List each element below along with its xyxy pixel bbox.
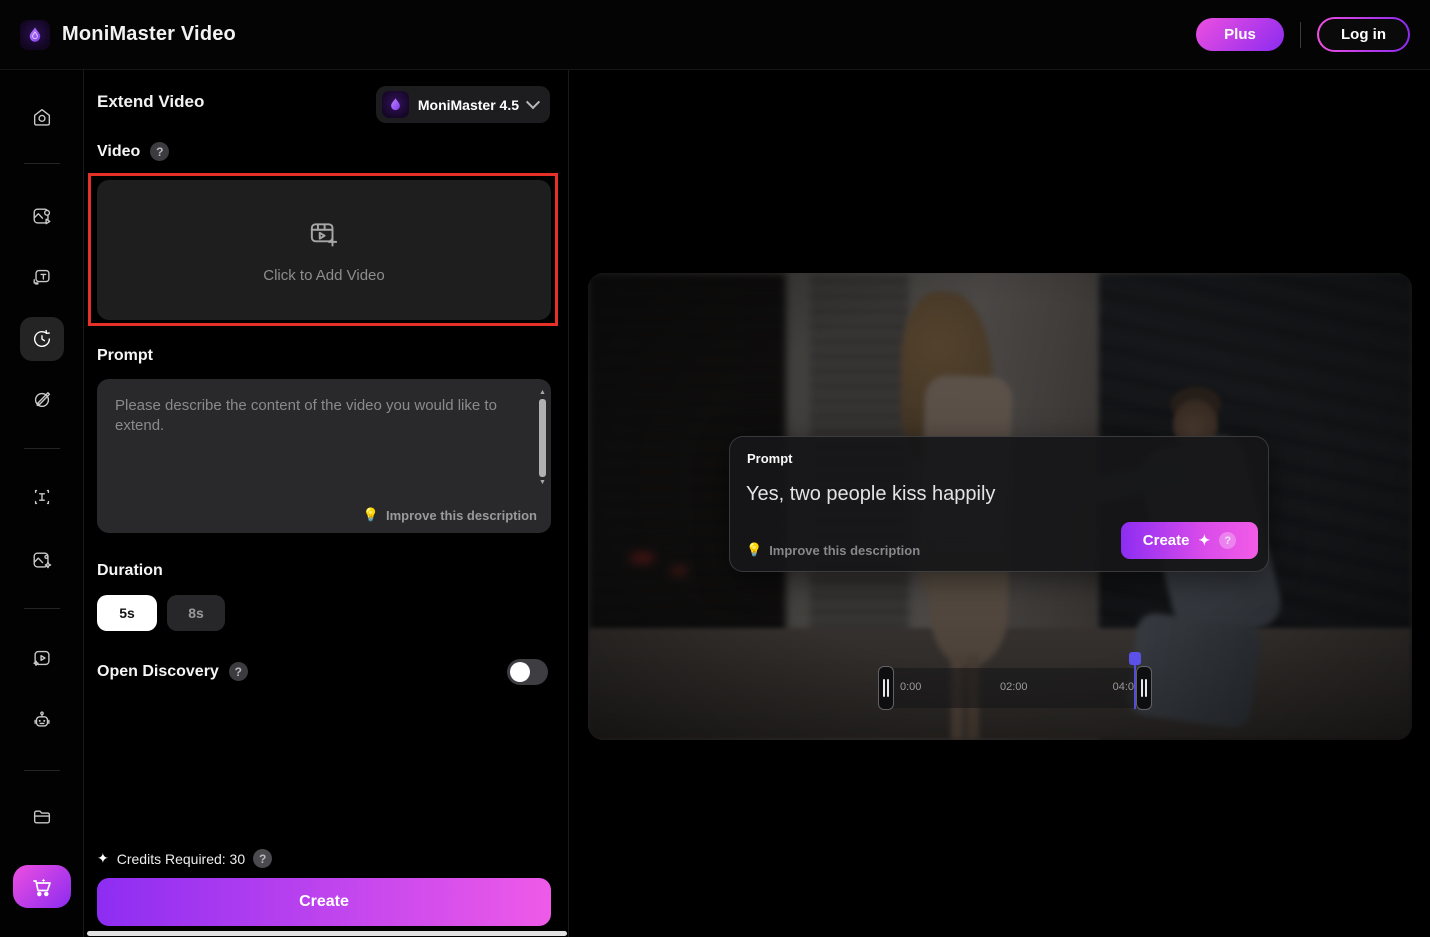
card-create-help-icon: ? (1219, 532, 1236, 549)
scrollbar-thumb[interactable] (539, 399, 546, 477)
text-to-video-icon (31, 266, 53, 288)
card-improve-label: Improve this description (769, 543, 920, 558)
duration-option-8s[interactable]: 8s (167, 595, 225, 631)
sidebar-item-ai-assistant[interactable] (22, 700, 62, 740)
trim-handle-left[interactable] (878, 666, 894, 710)
plus-button[interactable]: Plus (1196, 18, 1284, 51)
sidebar-divider (24, 608, 60, 609)
prompt-textarea-container: ▲ ▼ 💡 Improve this description (97, 379, 551, 533)
add-video-dropzone[interactable]: Click to Add Video (97, 180, 551, 320)
prompt-label: Prompt (97, 347, 153, 365)
discovery-help-icon[interactable]: ? (229, 662, 248, 681)
sidebar-item-sketch-to-video[interactable] (22, 379, 62, 419)
sidebar-item-assets[interactable] (22, 797, 62, 837)
sketch-to-video-icon (31, 388, 53, 410)
video-enhance-icon (31, 647, 53, 669)
video-help-icon[interactable]: ? (150, 142, 169, 161)
prompt-input[interactable] (97, 379, 551, 479)
image-to-video-icon (31, 205, 53, 227)
card-prompt-label: Prompt (747, 451, 793, 466)
login-button[interactable]: Log in (1317, 17, 1410, 52)
card-create-label: Create (1143, 532, 1190, 549)
extend-video-icon (31, 328, 53, 350)
cart-icon (30, 875, 54, 899)
scrollbar-up-icon[interactable]: ▲ (538, 389, 547, 397)
credits-required-text: Credits Required: 30 (117, 851, 245, 867)
scrollbar-down-icon[interactable]: ▼ (538, 479, 547, 487)
sidebar-divider (24, 163, 60, 164)
app-title: MoniMaster Video (62, 23, 236, 46)
sidebar-item-text-to-video[interactable] (22, 257, 62, 297)
video-timeline[interactable]: 0:00 02:00 04:0 (878, 668, 1152, 708)
sidebar-item-image-enhance[interactable] (22, 540, 62, 580)
duration-section-header: Duration (97, 562, 163, 580)
video-section-header: Video ? (97, 142, 169, 161)
model-selector-dropdown[interactable]: MoniMaster 4.5 (376, 86, 550, 123)
sidebar-item-text-tool[interactable] (22, 477, 62, 517)
model-name: MoniMaster 4.5 (418, 97, 519, 113)
sidebar-divider (24, 448, 60, 449)
card-prompt-text[interactable]: Yes, two people kiss happily (746, 483, 995, 506)
add-video-icon (307, 217, 341, 251)
card-create-button[interactable]: Create ✦ ? (1121, 522, 1258, 559)
sidebar-item-image-to-video[interactable] (22, 196, 62, 236)
model-logo-icon (382, 91, 409, 118)
open-discovery-label: Open Discovery (97, 663, 219, 681)
sidebar-nav (0, 70, 84, 937)
timeline-time-start: 0:00 (900, 681, 921, 693)
panel-bottom-scrollbar[interactable] (87, 931, 567, 936)
improve-description-button[interactable]: 💡 Improve this description (363, 507, 537, 523)
preview-prompt-card: Prompt Yes, two people kiss happily 💡 Im… (729, 436, 1269, 572)
brand: MoniMaster Video (20, 20, 236, 50)
home-icon (31, 106, 53, 128)
result-preview: Prompt Yes, two people kiss happily 💡 Im… (588, 273, 1412, 740)
sidebar-divider (24, 770, 60, 771)
sidebar-item-video-enhance[interactable] (22, 638, 62, 678)
video-label: Video (97, 143, 140, 161)
open-discovery-toggle[interactable] (507, 659, 548, 685)
top-header: MoniMaster Video Plus Log in (0, 0, 1430, 70)
image-enhance-icon (31, 549, 53, 571)
text-tool-icon (31, 486, 53, 508)
sidebar-item-extend-video[interactable] (20, 317, 64, 361)
card-improve-description-button[interactable]: 💡 Improve this description (746, 542, 920, 558)
extend-video-panel: Extend Video MoniMaster 4.5 Video ? Clic… (85, 70, 569, 937)
sparkle-icon: ✦ (1198, 532, 1210, 549)
assets-folder-icon (31, 806, 53, 828)
timeline-keyframe-marker[interactable] (1129, 652, 1141, 665)
chevron-down-icon (526, 95, 540, 109)
bulb-icon: 💡 (746, 542, 762, 558)
monimaster-logo-icon (20, 20, 50, 50)
timeline-time-mid: 02:00 (1000, 681, 1028, 693)
discovery-row: Open Discovery ? (97, 662, 248, 681)
store-cart-button[interactable] (13, 865, 71, 908)
bulb-icon: 💡 (363, 507, 379, 523)
sparkle-icon: ✦ (97, 850, 109, 867)
duration-label: Duration (97, 562, 163, 580)
ai-robot-icon (31, 709, 53, 731)
header-divider (1300, 22, 1301, 48)
credits-row: ✦ Credits Required: 30 ? (97, 849, 272, 868)
sidebar-item-home[interactable] (22, 97, 62, 137)
credits-help-icon[interactable]: ? (253, 849, 272, 868)
create-button[interactable]: Create (97, 878, 551, 926)
duration-option-5s[interactable]: 5s (97, 595, 157, 631)
prompt-section-header: Prompt (97, 347, 153, 365)
timeline-time-end: 04:0 (1113, 681, 1134, 693)
toggle-knob (510, 662, 530, 682)
prompt-scrollbar[interactable]: ▲ ▼ (538, 389, 547, 491)
trim-handle-right[interactable] (1136, 666, 1152, 710)
page-title: Extend Video (97, 92, 204, 112)
upload-hint-text: Click to Add Video (263, 267, 384, 284)
improve-description-label: Improve this description (386, 508, 537, 523)
